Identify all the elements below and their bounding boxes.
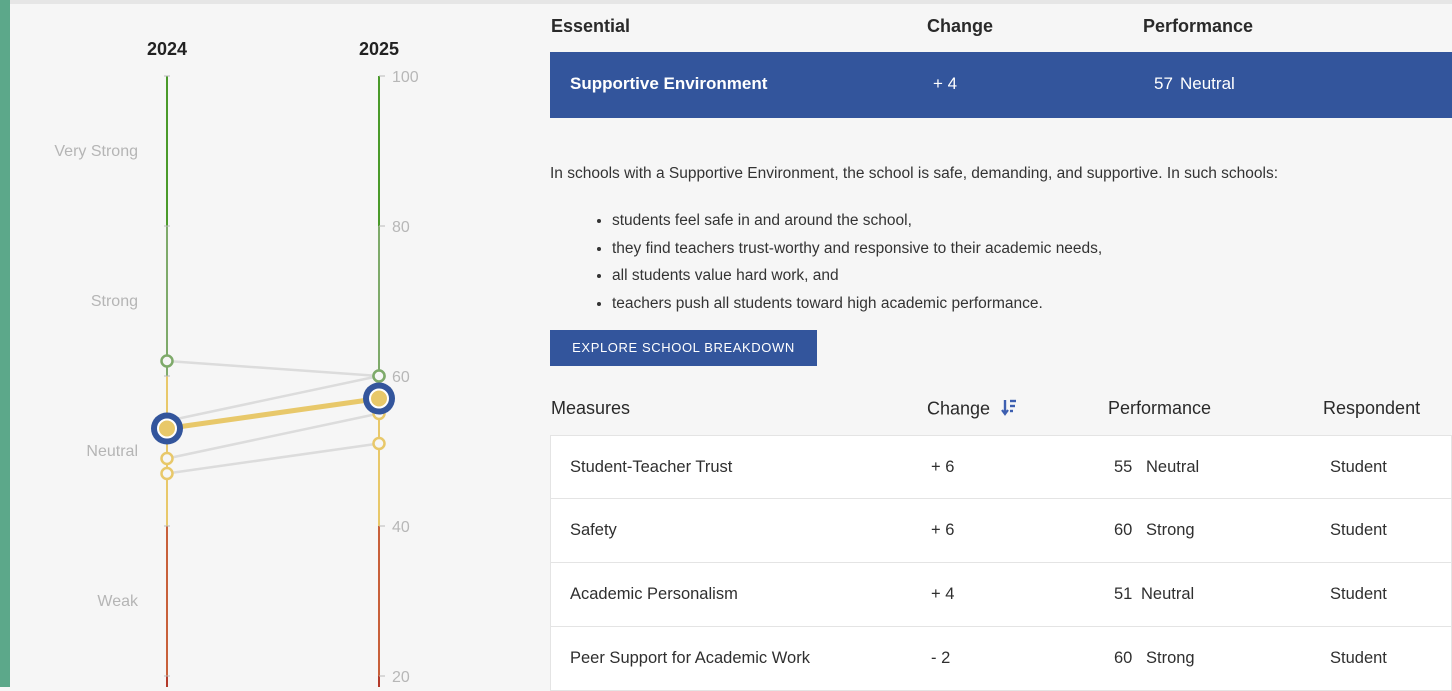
slope-chart-panel: 2024 2025 100 80 60 40 20 Very Strong Strong Neut… xyxy=(10,4,530,687)
measure-point xyxy=(372,436,386,451)
essential-performance-header: Performance xyxy=(1143,16,1254,36)
zone-label: Weak xyxy=(97,593,139,610)
measure-series-line xyxy=(166,412,380,460)
zone-label: Very Strong xyxy=(54,143,138,160)
change-header-label: Change xyxy=(927,398,991,419)
measure-respondent: Student xyxy=(1330,521,1387,539)
zone-label: Neutral xyxy=(86,443,138,460)
essential-row-supportive-environment[interactable]: Supportive Environment + 4 57 Neutral xyxy=(550,52,1452,118)
measure-name: Student-Teacher Trust xyxy=(570,458,733,476)
axis-tick-label: 40 xyxy=(392,519,410,536)
essential-change: + 4 xyxy=(933,74,958,93)
window-left-edge xyxy=(0,0,10,687)
measure-change: + 6 xyxy=(931,521,955,539)
table-row[interactable]: Peer Support for Academic Work - 2 60 St… xyxy=(550,627,1452,691)
axis-tick-label: 100 xyxy=(392,69,419,86)
axis-tick-label: 20 xyxy=(392,669,410,686)
essential-description: In schools with a Supportive Environment… xyxy=(550,165,1279,182)
axis-tick-label: 60 xyxy=(392,369,410,386)
measures-header: Measures xyxy=(551,398,631,418)
essential-bullets: students feel safe in and around the sch… xyxy=(550,207,1102,317)
essential-point xyxy=(369,388,389,409)
measure-score: 60 xyxy=(1114,521,1133,539)
measure-change: + 4 xyxy=(931,585,955,603)
table-row[interactable]: Safety + 6 60 Strong Student xyxy=(550,499,1452,563)
year-label-2024: 2024 xyxy=(147,39,187,59)
essential-score: 57 xyxy=(1154,74,1173,93)
bullet-item: students feel safe in and around the sch… xyxy=(612,207,1102,235)
measure-series-line xyxy=(166,359,380,378)
measure-name: Peer Support for Academic Work xyxy=(570,649,810,667)
essential-detail-panel: Essential Change Performance Supportive … xyxy=(550,0,1452,691)
measure-score: 55 xyxy=(1114,458,1133,476)
measure-point xyxy=(372,369,386,383)
measure-respondent: Student xyxy=(1330,458,1387,476)
zone-label: Strong xyxy=(91,293,138,310)
measure-score: 51 xyxy=(1114,585,1133,603)
table-row[interactable]: Academic Personalism + 4 51 Neutral Stud… xyxy=(550,563,1452,627)
essential-name: Supportive Environment xyxy=(570,74,768,93)
measure-rating: Strong xyxy=(1146,649,1195,667)
measure-respondent: Student xyxy=(1330,585,1387,603)
year-label-2025: 2025 xyxy=(359,39,399,59)
measure-point xyxy=(160,466,174,481)
table-row[interactable]: Student-Teacher Trust + 6 55 Neutral Stu… xyxy=(550,435,1452,499)
essential-change-header: Change xyxy=(927,16,994,36)
respondent-header: Respondent xyxy=(1323,398,1421,418)
measure-score: 60 xyxy=(1114,649,1133,667)
essential-header: Essential xyxy=(551,16,631,36)
measure-name: Safety xyxy=(570,521,617,539)
axis-tick-label: 80 xyxy=(392,219,410,236)
measure-change: - 2 xyxy=(931,649,951,667)
essential-rating: Neutral xyxy=(1180,74,1235,93)
bullet-item: they find teachers trust-worthy and resp… xyxy=(612,235,1102,263)
bullet-item: teachers push all students toward high a… xyxy=(612,290,1102,318)
measure-series-line xyxy=(166,442,380,475)
slope-chart: 2024 2025 100 80 60 40 20 Very Strong Strong Neut… xyxy=(54,39,419,687)
measure-respondent: Student xyxy=(1330,649,1387,667)
measure-point xyxy=(160,354,174,368)
measure-change: + 6 xyxy=(931,458,955,476)
sort-descending-icon[interactable] xyxy=(1001,398,1017,421)
measure-rating: Neutral xyxy=(1141,585,1195,603)
measure-rating: Neutral xyxy=(1146,458,1200,476)
measure-name: Academic Personalism xyxy=(570,585,738,603)
essential-point xyxy=(157,418,177,439)
change-sort-header[interactable]: Change xyxy=(927,398,1017,421)
measure-point xyxy=(160,451,174,466)
explore-school-breakdown-button[interactable]: EXPLORE SCHOOL BREAKDOWN xyxy=(550,330,817,366)
measures-table: Student-Teacher Trust + 6 55 Neutral Stu… xyxy=(550,435,1452,691)
measure-rating: Strong xyxy=(1146,521,1195,539)
performance-header: Performance xyxy=(1108,398,1212,418)
bullet-item: all students value hard work, and xyxy=(612,262,1102,290)
